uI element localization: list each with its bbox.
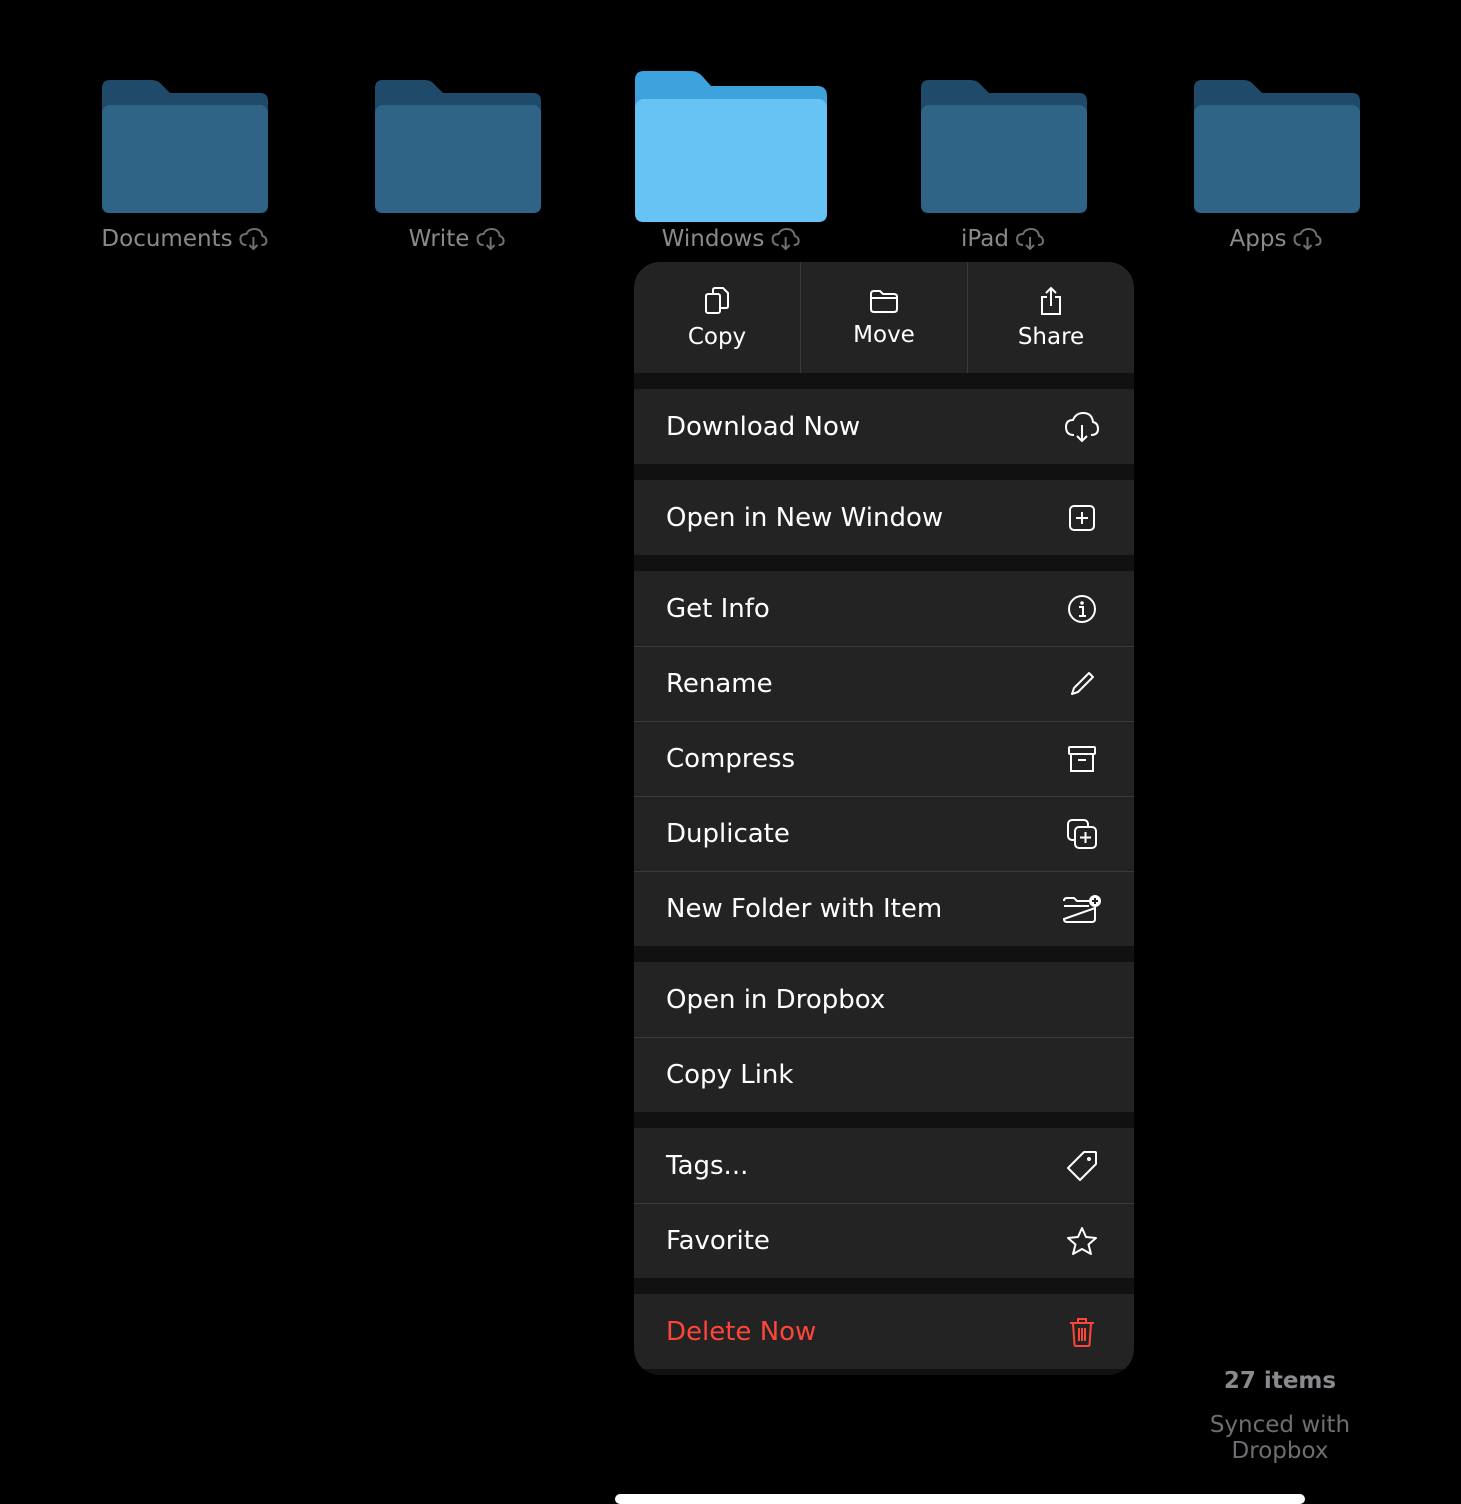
folder-label-ipad: iPad xyxy=(961,226,1045,252)
folder-icon xyxy=(102,80,268,213)
menu-item-open-new-window[interactable]: Open in New Window xyxy=(634,480,1134,555)
folder-icon xyxy=(635,71,827,222)
home-indicator[interactable] xyxy=(615,1494,1305,1504)
folder-icon xyxy=(870,289,898,313)
separator xyxy=(634,373,1134,389)
cloud-download-icon xyxy=(239,227,268,251)
sync-status: Synced with Dropbox xyxy=(1209,1412,1351,1464)
cloud-download-icon xyxy=(1293,227,1322,251)
copy-icon xyxy=(705,286,729,314)
folder-windows[interactable] xyxy=(633,60,829,225)
cloud-download-icon xyxy=(771,227,800,251)
separator xyxy=(634,1278,1134,1294)
menu-item-rename[interactable]: Rename xyxy=(634,646,1134,721)
copy-button[interactable]: Copy xyxy=(634,262,801,373)
menu-item-tags[interactable]: Tags... xyxy=(634,1128,1134,1203)
separator xyxy=(634,464,1134,480)
folder-plus-icon xyxy=(1062,895,1101,923)
tag-icon xyxy=(1067,1150,1097,1181)
share-button[interactable]: Share xyxy=(968,262,1134,373)
folder-label-documents: Documents xyxy=(101,226,268,252)
menu-item-delete-now[interactable]: Delete Now xyxy=(634,1294,1134,1369)
separator xyxy=(634,946,1134,962)
folder-icon xyxy=(921,80,1087,213)
folder-label-windows: Windows xyxy=(662,226,801,252)
share-icon xyxy=(1041,286,1061,315)
cloud-download-icon xyxy=(1064,411,1100,442)
quick-actions-row: Copy Move Share xyxy=(634,262,1134,373)
separator xyxy=(634,1112,1134,1128)
context-menu: Copy Move Share Download Now Open in New… xyxy=(634,262,1134,1375)
folder-label-write: Write xyxy=(409,226,506,252)
menu-item-download-now[interactable]: Download Now xyxy=(634,389,1134,464)
menu-item-compress[interactable]: Compress xyxy=(634,721,1134,796)
cloud-download-icon xyxy=(476,227,505,251)
folder-documents[interactable] xyxy=(100,60,270,215)
folder-label-apps: Apps xyxy=(1230,226,1323,252)
duplicate-icon xyxy=(1067,819,1097,849)
separator xyxy=(634,555,1134,571)
cloud-download-icon xyxy=(1015,227,1044,251)
folder-icon xyxy=(375,80,541,213)
folder-icon xyxy=(1194,80,1360,213)
menu-item-open-in-dropbox[interactable]: Open in Dropbox xyxy=(634,962,1134,1037)
folder-write[interactable] xyxy=(373,60,543,215)
info-icon xyxy=(1068,594,1096,623)
item-count: 27 items xyxy=(1223,1368,1337,1394)
folder-apps[interactable] xyxy=(1192,60,1362,215)
trash-icon xyxy=(1070,1317,1094,1347)
menu-item-get-info[interactable]: Get Info xyxy=(634,571,1134,646)
star-icon xyxy=(1067,1227,1097,1255)
pencil-icon xyxy=(1071,672,1094,695)
menu-item-new-folder-with-item[interactable]: New Folder with Item xyxy=(634,871,1134,946)
menu-item-duplicate[interactable]: Duplicate xyxy=(634,796,1134,871)
plus-square-icon xyxy=(1069,504,1095,531)
move-button[interactable]: Move xyxy=(801,262,968,373)
menu-item-copy-link[interactable]: Copy Link xyxy=(634,1037,1134,1112)
menu-item-favorite[interactable]: Favorite xyxy=(634,1203,1134,1278)
archive-icon xyxy=(1068,746,1096,772)
folder-ipad[interactable] xyxy=(919,60,1089,215)
